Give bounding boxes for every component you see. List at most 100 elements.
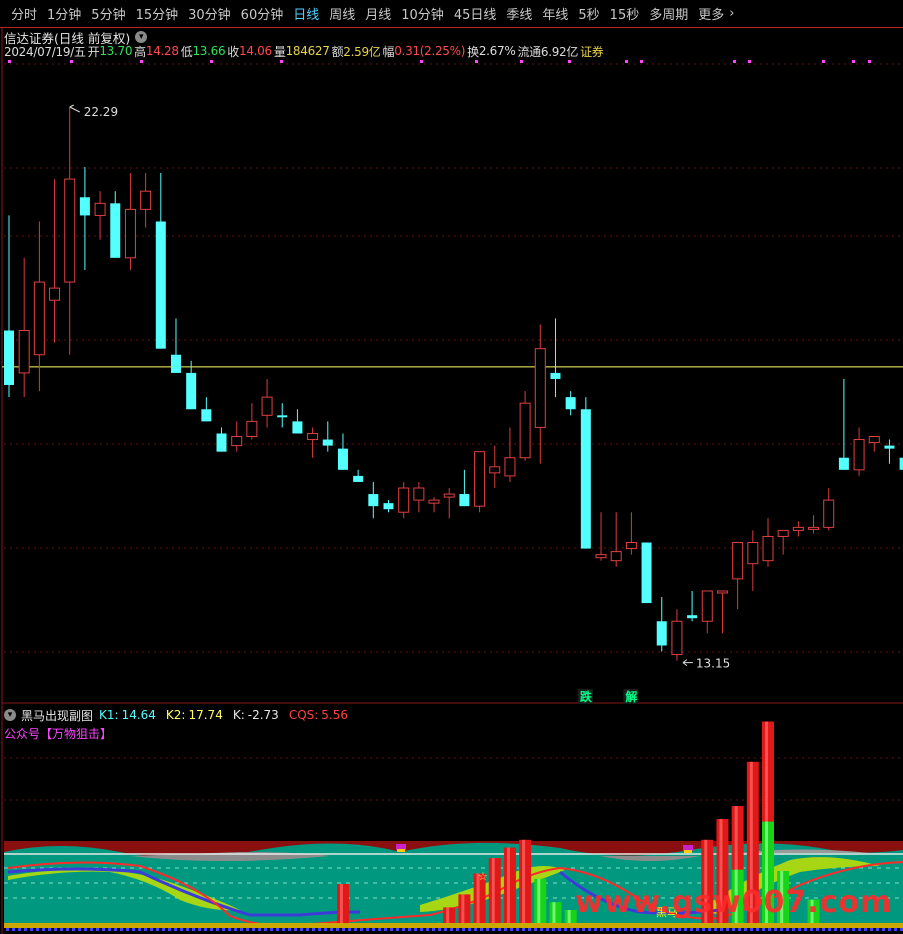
die-label: 跌	[580, 689, 593, 704]
signal-dot	[733, 60, 736, 63]
bottom-dot	[750, 928, 753, 931]
bottom-dot	[714, 928, 717, 931]
bottom-dot	[534, 928, 537, 931]
red-bar-highlight	[522, 839, 526, 923]
close-value: 14.06	[239, 44, 272, 58]
high-value: 14.28	[145, 44, 179, 58]
tab-period[interactable]: 60分钟	[241, 4, 284, 23]
signal-dot	[852, 60, 855, 63]
signal-dot	[8, 60, 11, 63]
volume-value: 184627	[285, 44, 330, 58]
bottom-dot	[138, 928, 141, 931]
sector-value[interactable]: 证券	[580, 43, 604, 60]
candle[interactable]	[641, 542, 652, 604]
bottom-dot	[780, 928, 783, 931]
tab-period[interactable]: 月线	[365, 4, 391, 23]
tab-period[interactable]: 季线	[506, 4, 532, 23]
red-bar-highlight	[491, 858, 495, 923]
bottom-dot	[720, 928, 723, 931]
amount-value: 2.59亿	[343, 44, 381, 59]
bottom-dot	[282, 928, 285, 931]
bottom-dot	[738, 928, 741, 931]
tab-period[interactable]: 15分钟	[136, 4, 179, 23]
bottom-dot	[330, 928, 333, 931]
green-bar-highlight	[537, 878, 541, 923]
high-marker-label: 22.29	[84, 105, 118, 119]
bottom-dot	[96, 928, 99, 931]
bottom-dot	[342, 928, 345, 931]
bottom-dot	[414, 928, 417, 931]
bottom-dot	[690, 928, 693, 931]
bottom-dot	[222, 928, 225, 931]
period-tabs: 分时 1分钟 5分钟 15分钟 30分钟 60分钟 日线 周线 月线 10分钟 45日线 季线 年线 5秒…	[6, 4, 739, 23]
bottom-dot	[762, 928, 765, 931]
bottom-dot	[210, 928, 213, 931]
bottom-dot	[336, 928, 339, 931]
bottom-dot	[498, 928, 501, 931]
bottom-dot	[324, 928, 327, 931]
bottom-dot	[540, 928, 543, 931]
bottom-dot	[870, 928, 873, 931]
tab-period[interactable]: 45日线	[454, 4, 497, 23]
caret-down-icon[interactable]: ▾	[4, 709, 16, 721]
bottom-dot	[402, 928, 405, 931]
bottom-dot	[552, 928, 555, 931]
bottom-dot	[636, 928, 639, 931]
bottom-dot	[108, 928, 111, 931]
bottom-dot	[24, 928, 27, 931]
indicator-name[interactable]: 黑马出现副图	[21, 707, 93, 724]
float-label: 流通	[517, 44, 541, 59]
bottom-dot	[648, 928, 651, 931]
bottom-dot	[306, 928, 309, 931]
bottom-dot	[654, 928, 657, 931]
tab-period[interactable]: 分时	[11, 4, 37, 23]
bottom-dot	[420, 928, 423, 931]
signal-dot	[568, 60, 571, 63]
tab-period[interactable]: 1分钟	[47, 4, 81, 23]
signal-dot	[822, 60, 825, 63]
high-label: 高	[134, 44, 146, 59]
bottom-dot	[438, 928, 441, 931]
k-value: -2.73	[247, 708, 279, 722]
chevron-right-icon[interactable]: ›	[729, 6, 734, 21]
bottom-dot	[486, 928, 489, 931]
indicator-header: ▾ 黑马出现副图 K1: 14.64 K2: 17.74 K: -2.73 CQ…	[4, 706, 348, 724]
kline-chart[interactable]: ☆黑马 22.2913.15跌解	[0, 0, 903, 934]
red-bar-highlight	[506, 847, 510, 923]
bottom-dot	[354, 928, 357, 931]
tab-period[interactable]: 5秒	[578, 4, 599, 23]
bottom-dot	[294, 928, 297, 931]
candle[interactable]	[580, 397, 591, 549]
tab-period[interactable]: 年线	[542, 4, 568, 23]
signal-dot	[625, 60, 628, 63]
bottom-dot	[90, 928, 93, 931]
k1-value: 14.64	[121, 708, 156, 722]
k1-label: K1:	[99, 708, 119, 722]
bottom-dot	[816, 928, 819, 931]
bottom-dot	[468, 928, 471, 931]
bottom-dot	[852, 928, 855, 931]
tab-period[interactable]: 5分钟	[91, 4, 125, 23]
bottom-dot	[396, 928, 399, 931]
bottom-dot	[726, 928, 729, 931]
low-value: 13.66	[192, 44, 226, 58]
candle[interactable]	[474, 451, 486, 513]
tab-period[interactable]: 30分钟	[188, 4, 231, 23]
bottom-dot	[756, 928, 759, 931]
tab-period[interactable]: 10分钟	[401, 4, 444, 23]
watermark: www.gsw007.com	[575, 885, 893, 920]
tab-period[interactable]: 日线	[293, 4, 319, 23]
bottom-dot	[60, 928, 63, 931]
bottom-dot	[192, 928, 195, 931]
bottom-dot	[378, 928, 381, 931]
tab-period[interactable]: 15秒	[610, 4, 640, 23]
tab-period[interactable]: 多周期	[649, 4, 688, 23]
bottom-dot	[588, 928, 591, 931]
bottom-dot	[84, 928, 87, 931]
tab-period[interactable]: 更多	[698, 4, 724, 23]
tab-period[interactable]: 周线	[329, 4, 355, 23]
bottom-dot	[318, 928, 321, 931]
close-label: 收	[227, 44, 239, 59]
green-bar-highlight	[567, 910, 571, 923]
caret-down-icon[interactable]: ▾	[135, 31, 148, 43]
